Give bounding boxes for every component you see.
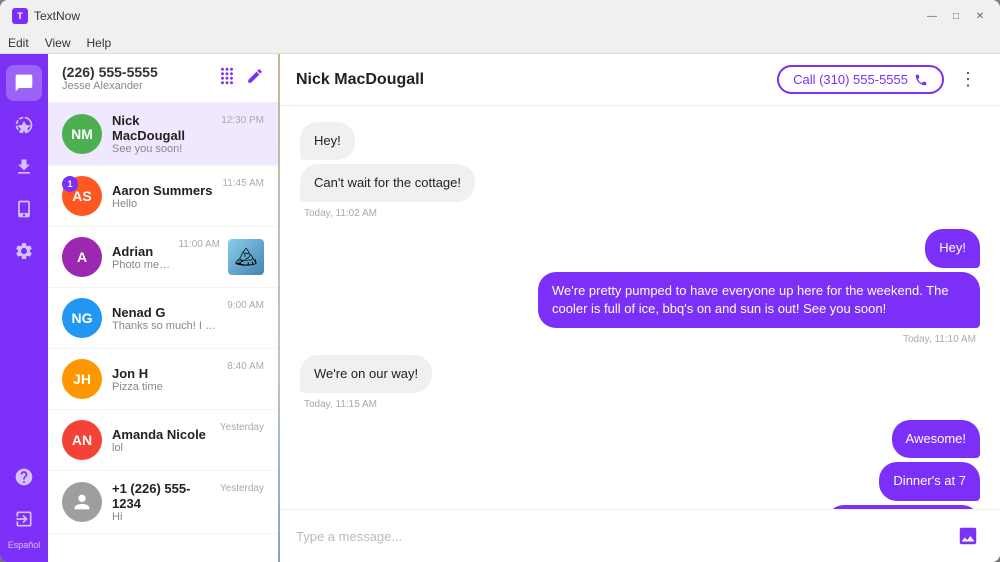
nav-settings[interactable]: [6, 233, 42, 269]
nav-help[interactable]: [6, 459, 42, 495]
menu-view[interactable]: View: [45, 36, 71, 50]
compose-icon[interactable]: [246, 67, 264, 90]
contact-info-unknown: +1 (226) 555-1234 Hi: [112, 481, 214, 523]
contact-name-aaron: Aaron Summers: [112, 183, 216, 198]
contact-preview-amanda: lol: [112, 442, 214, 454]
contact-name-amanda: Amanda Nicole: [112, 427, 214, 442]
avatar-nenad: NG: [62, 298, 102, 338]
contact-info-nick: Nick MacDougall See you soon!: [112, 113, 215, 155]
message-hey-received: Hey!: [300, 122, 355, 160]
message-pumped: We're pretty pumped to have everyone up …: [538, 272, 980, 328]
dialpad-icon[interactable]: [218, 67, 236, 90]
avatar-unknown: [62, 482, 102, 522]
contact-item-jon[interactable]: JH Jon H Pizza time 8:40 AM: [48, 349, 278, 410]
contact-time-aaron: 11:45 AM: [222, 178, 264, 189]
chat-messages: Hey! Can't wait for the cottage! Today, …: [280, 106, 1000, 509]
sidebar-nav: Español: [0, 54, 48, 562]
contact-time-unknown: Yesterday: [220, 483, 264, 494]
photo-thumb-adrian: 🏔: [228, 239, 264, 275]
contact-item-unknown[interactable]: +1 (226) 555-1234 Hi Yesterday: [48, 471, 278, 534]
timestamp-m5: Today, 11:15 AM: [304, 399, 976, 410]
contact-time-adrian: 11:00 AM: [178, 239, 220, 250]
language-label: Español: [8, 540, 41, 550]
timestamp-m4: Today, 11:10 AM: [304, 334, 976, 345]
message-dinner: Dinner's at 7: [879, 462, 980, 500]
app-window: T TextNow — □ ✕ Edit View Help: [0, 0, 1000, 562]
badge-aaron: 1: [62, 176, 78, 192]
contact-time-amanda: Yesterday: [220, 422, 264, 433]
contact-time-nenad: 9:00 AM: [227, 300, 264, 311]
contact-preview-aaron: Hello: [112, 198, 216, 210]
app-title: TextNow: [34, 9, 924, 23]
contact-header: (226) 555-5555 Jesse Alexander: [48, 54, 278, 103]
menu-bar: Edit View Help: [0, 32, 1000, 54]
window-controls: — □ ✕: [924, 8, 988, 24]
chat-input-area: [280, 509, 1000, 562]
chat-header: Nick MacDougall Call (310) 555-5555 ⋮: [280, 54, 1000, 106]
contact-preview-nenad: Thanks so much! I hope you...: [112, 320, 221, 332]
call-button[interactable]: Call (310) 555-5555: [777, 65, 944, 94]
contact-name-adrian: Adrian: [112, 244, 172, 259]
title-bar: T TextNow — □ ✕: [0, 0, 1000, 32]
user-info: (226) 555-5555 Jesse Alexander: [62, 64, 158, 92]
contact-name-nenad: Nenad G: [112, 305, 221, 320]
contact-info-nenad: Nenad G Thanks so much! I hope you...: [112, 305, 221, 332]
timestamp-m2: Today, 11:02 AM: [304, 208, 976, 219]
minimize-button[interactable]: —: [924, 8, 940, 24]
menu-edit[interactable]: Edit: [8, 36, 29, 50]
message-onway: We're on our way!: [300, 355, 432, 393]
avatar-nick: NM: [62, 114, 102, 154]
user-name: Jesse Alexander: [62, 80, 158, 92]
contact-info-aaron: Aaron Summers Hello: [112, 183, 216, 210]
contact-preview-unknown: Hi: [112, 511, 214, 523]
maximize-button[interactable]: □: [948, 8, 964, 24]
contact-item-aaron[interactable]: 1 AS Aaron Summers Hello 11:45 AM: [48, 166, 278, 227]
chat-panel: Nick MacDougall Call (310) 555-5555 ⋮ He…: [280, 54, 1000, 562]
avatar-aaron: 1 AS: [62, 176, 102, 216]
app-body: Español (226) 555-5555 Jesse Alexander: [0, 54, 1000, 562]
message-cottage: Can't wait for the cottage!: [300, 164, 475, 202]
avatar-jon: JH: [62, 359, 102, 399]
more-options-button[interactable]: ⋮: [952, 64, 984, 96]
avatar-amanda: AN: [62, 420, 102, 460]
nav-download[interactable]: [6, 149, 42, 185]
avatar-adrian: A: [62, 237, 102, 277]
message-input[interactable]: [296, 529, 952, 544]
app-icon: T: [12, 8, 28, 24]
message-awesome: Awesome!: [892, 420, 980, 458]
contact-time-nick: 12:30 PM: [221, 115, 264, 126]
contact-preview-jon: Pizza time: [112, 381, 221, 393]
contact-info-amanda: Amanda Nicole lol: [112, 427, 214, 454]
contact-list: NM Nick MacDougall See you soon! 12:30 P…: [48, 103, 278, 562]
contact-info-jon: Jon H Pizza time: [112, 366, 221, 393]
contact-item-amanda[interactable]: AN Amanda Nicole lol Yesterday: [48, 410, 278, 471]
media-attach-button[interactable]: [952, 520, 984, 552]
header-action-icons: [218, 67, 264, 90]
contact-item-nick[interactable]: NM Nick MacDougall See you soon! 12:30 P…: [48, 103, 278, 166]
user-phone: (226) 555-5555: [62, 64, 158, 80]
nav-logout[interactable]: [6, 501, 42, 537]
nav-messages[interactable]: [6, 65, 42, 101]
contact-name-nick: Nick MacDougall: [112, 113, 215, 143]
call-label: Call (310) 555-5555: [793, 72, 908, 87]
contact-info-adrian: Adrian Photo message: [112, 244, 172, 271]
contact-name-unknown: +1 (226) 555-1234: [112, 481, 214, 511]
contact-item-adrian[interactable]: A Adrian Photo message 11:00 AM 🏔: [48, 227, 278, 288]
nav-phone[interactable]: [6, 191, 42, 227]
contact-item-nenad[interactable]: NG Nenad G Thanks so much! I hope you...…: [48, 288, 278, 349]
contact-time-jon: 8:40 AM: [227, 361, 264, 372]
contact-preview-nick: See you soon!: [112, 143, 215, 155]
message-hey-sent: Hey!: [925, 229, 980, 267]
contact-panel: (226) 555-5555 Jesse Alexander: [48, 54, 278, 562]
nav-activity[interactable]: [6, 107, 42, 143]
chat-contact-name: Nick MacDougall: [296, 71, 777, 89]
contact-name-jon: Jon H: [112, 366, 221, 381]
menu-help[interactable]: Help: [86, 36, 111, 50]
close-button[interactable]: ✕: [972, 8, 988, 24]
contact-preview-adrian: Photo message: [112, 259, 172, 271]
